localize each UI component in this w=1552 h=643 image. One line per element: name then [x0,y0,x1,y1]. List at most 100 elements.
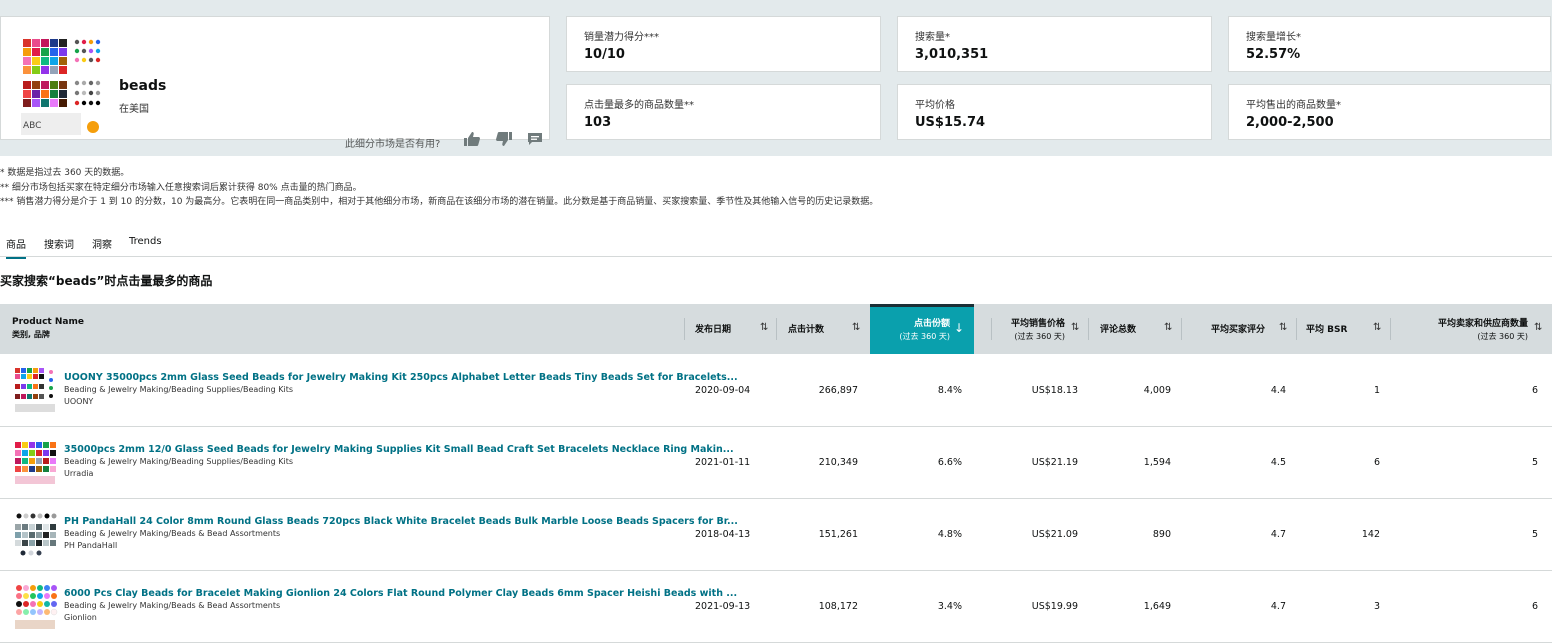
product-thumbnail[interactable] [13,364,59,416]
column-product-name: Product Name 类别, 品牌 [12,317,84,340]
column-label: 点击份额 [913,319,950,329]
cell-avg-price: US$18.13 [1031,385,1078,396]
metric-search-growth: 搜索量增长* 52.57% [1228,16,1551,72]
product-category: Beading & Jewelry Making/Beads & Bead As… [64,601,281,610]
cell-avg-price: US$21.19 [1031,457,1078,468]
metric-sales-potential: 销量潜力得分*** 10/10 [566,16,881,72]
tab-trends[interactable]: Trends [129,236,162,247]
sort-icon[interactable]: ⇅ [1534,322,1542,333]
sort-icon[interactable]: ⇅ [852,322,860,333]
footnote: ** 细分市场包括买家在特定细分市场输入任意搜索词后累计获得 80% 点击量的热… [0,182,362,193]
cell-avg-price: US$19.99 [1031,601,1078,612]
table-row: PH PandaHall 24 Color 8mm Round Glass Be… [0,498,1552,571]
sort-icon[interactable]: ⇅ [1071,322,1079,333]
column-click-count[interactable]: 点击计数 [788,322,824,335]
cell-avg-sellers: 5 [1531,457,1538,468]
metric-value: 10/10 [584,47,625,62]
metric-label: 搜索量* [915,32,950,43]
metric-label: 平均价格 [915,100,955,111]
column-divider [991,318,992,340]
cell-click-count: 266,897 [818,385,858,396]
product-title-link[interactable]: 35000pcs 2mm 12/0 Glass Seed Beads for J… [64,444,734,455]
metric-value: 3,010,351 [915,47,989,62]
feedback-prompt: 此细分市场是否有用? [345,139,441,150]
sort-icon[interactable]: ⇅ [1279,322,1287,333]
metric-label: 销量潜力得分*** [584,32,659,43]
column-sublabel: (过去 360 天) [899,332,950,341]
column-avg-price[interactable]: 平均销售价格 (过去 360 天) [995,316,1065,342]
footnotes: * 数据是指过去 360 天的数据。 ** 细分市场包括买家在特定细分市场输入任… [0,166,878,210]
column-divider [1181,318,1182,340]
footnote: * 数据是指过去 360 天的数据。 [0,168,130,178]
product-brand: UOONY [64,397,94,406]
cell-click-count: 151,261 [818,529,858,540]
cell-avg-sellers: 6 [1531,385,1538,396]
metric-value: 52.57% [1246,47,1301,62]
footnote: *** 销售潜力得分是介于 1 到 10 的分数，10 为最高分。它表明在同一商… [0,197,879,207]
market-location: 在美国 [119,104,149,115]
column-sublabel: 类别, 品牌 [12,330,50,339]
metric-label: 平均售出的商品数量* [1246,100,1341,111]
product-thumbnail[interactable] [13,508,59,560]
cell-avg-bsr: 6 [1373,457,1380,468]
cell-avg-rating: 4.5 [1270,457,1286,468]
table-row: UOONY 35000pcs 2mm Glass Seed Beads for … [0,354,1552,427]
column-avg-sellers[interactable]: 平均卖家和供应商数量 (过去 360 天) [1400,316,1528,342]
cell-click-count: 210,349 [818,457,858,468]
column-label: 平均销售价格 [1010,319,1065,329]
cell-click-share: 4.8% [937,529,962,540]
column-label: Product Name [12,317,84,327]
product-thumbnail[interactable] [13,436,59,488]
sort-icon[interactable]: ⇅ [760,322,768,333]
market-card: ABC beads 在美国 此细分市场是否有用? [0,16,550,150]
column-label: 平均卖家和供应商数量 [1437,319,1528,329]
product-title-link[interactable]: PH PandaHall 24 Color 8mm Round Glass Be… [64,516,738,527]
column-divider [1088,318,1089,340]
sort-descending-icon[interactable]: ↓ [954,321,964,335]
comment-icon[interactable] [526,131,544,147]
product-brand: Gionlion [64,613,97,622]
cell-total-reviews: 4,009 [1143,385,1171,396]
column-click-share-label: 点击份额 (过去 360 天) [874,316,950,342]
tab-bar: 商品 搜索词 洞察 Trends [0,229,1552,259]
sort-icon[interactable]: ⇅ [1164,322,1172,333]
tab-products[interactable]: 商品 [6,236,26,259]
metric-units-sold: 平均售出的商品数量* 2,000-2,500 [1228,84,1551,140]
metric-search-volume: 搜索量* 3,010,351 [897,16,1212,72]
metric-value: US$15.74 [915,115,986,130]
column-divider [684,318,685,340]
tab-insights[interactable]: 洞察 [92,236,112,251]
column-divider [1296,318,1297,340]
column-click-share[interactable]: 点击份额 (过去 360 天) ↓ [870,304,974,354]
svg-text:ABC: ABC [23,121,41,131]
cell-avg-price: US$21.09 [1031,529,1078,540]
market-name: beads [119,78,167,94]
cell-total-reviews: 890 [1152,529,1171,540]
thumbs-down-icon[interactable] [495,131,513,147]
column-avg-rating[interactable]: 平均买家评分 [1211,322,1265,335]
cell-avg-rating: 4.7 [1270,601,1286,612]
cell-click-share: 3.4% [937,601,962,612]
sort-icon[interactable]: ⇅ [1373,322,1381,333]
column-sublabel: (过去 360 天) [1014,332,1065,341]
cell-click-share: 6.6% [937,457,962,468]
cell-avg-bsr: 142 [1361,529,1380,540]
market-summary-area: ABC beads 在美国 此细分市场是否有用? 销量潜力得分*** 10/10… [0,0,1552,156]
metric-value: 2,000-2,500 [1246,115,1334,130]
thumbs-up-icon[interactable] [463,131,481,147]
column-total-reviews[interactable]: 评论总数 [1100,322,1136,335]
product-category: Beading & Jewelry Making/Beads & Bead As… [64,529,281,538]
product-title-link[interactable]: UOONY 35000pcs 2mm Glass Seed Beads for … [64,372,738,383]
metric-average-price: 平均价格 US$15.74 [897,84,1212,140]
column-launch-date[interactable]: 发布日期 [695,322,731,335]
column-divider [1390,318,1391,340]
column-avg-bsr[interactable]: 平均 BSR [1306,322,1347,335]
cell-launch-date: 2020-09-04 [695,385,751,396]
table-row: 6000 Pcs Clay Beads for Bracelet Making … [0,570,1552,643]
cell-avg-sellers: 5 [1531,529,1538,540]
tab-search-terms[interactable]: 搜索词 [44,236,74,251]
section-title: 买家搜索“beads”时点击量最多的商品 [0,274,213,288]
product-thumbnail[interactable] [13,580,59,632]
cell-launch-date: 2018-04-13 [695,529,751,540]
product-title-link[interactable]: 6000 Pcs Clay Beads for Bracelet Making … [64,588,737,599]
